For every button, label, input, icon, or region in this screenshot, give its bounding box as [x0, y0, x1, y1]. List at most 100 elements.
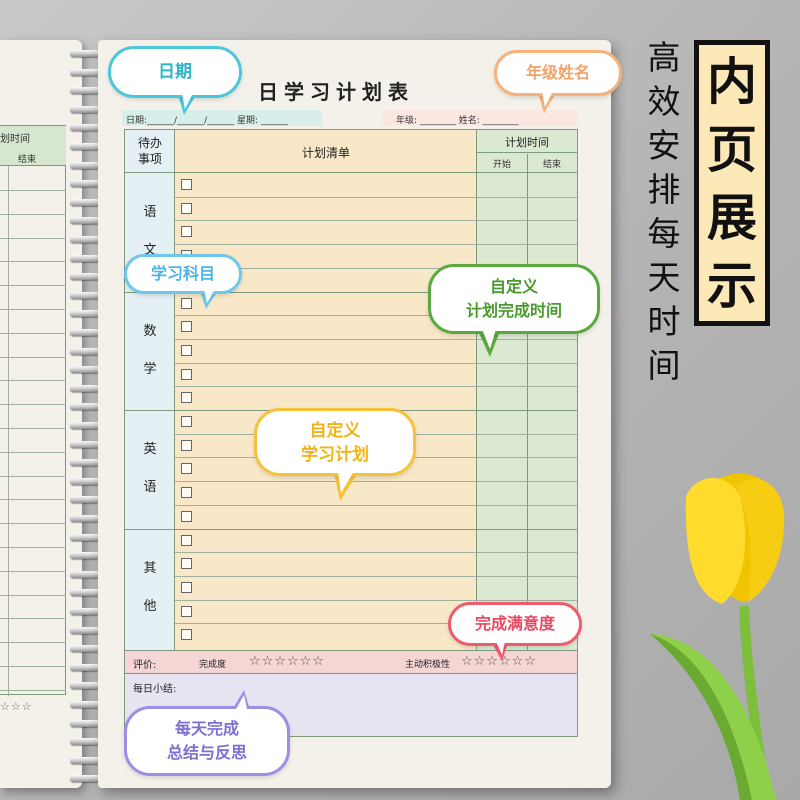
- previous-page-row-line: [0, 380, 66, 382]
- time-header-divider: [477, 152, 577, 153]
- previous-page-row-line: [0, 261, 66, 263]
- satisfaction-bubble-tail-fill: [496, 641, 505, 655]
- previous-page-row-line: [0, 594, 66, 596]
- vertical-slogan-char: 时: [647, 302, 681, 341]
- spiral-ring-loop: [70, 384, 100, 392]
- previous-page-stars: ☆☆☆: [0, 700, 33, 713]
- subject-label-char: 其: [143, 560, 157, 576]
- previous-page-row-line: [0, 689, 66, 691]
- task-checkbox[interactable]: [181, 534, 192, 546]
- initiative-label: 主动积极性: [405, 660, 451, 670]
- task-checkbox[interactable]: [181, 392, 192, 404]
- task-checkbox[interactable]: [181, 439, 192, 451]
- date-callout: 日期: [108, 46, 242, 98]
- spiral-ring-loop: [70, 608, 100, 615]
- row-line: [175, 504, 577, 506]
- task-checkbox[interactable]: [181, 344, 192, 356]
- spiral-ring-loop: [70, 329, 100, 336]
- previous-page-row-line: [0, 499, 66, 501]
- custom-plan-callout: 自定义 学习计划: [254, 408, 416, 476]
- tulip-decoration: [650, 473, 785, 800]
- previous-page-row-line: [0, 428, 66, 429]
- spiral-ring-loop: [70, 477, 100, 485]
- task-checkbox[interactable]: [181, 202, 192, 214]
- custom-time-callout-line2: 计划完成时间: [465, 301, 562, 320]
- task-checkbox[interactable]: [181, 226, 192, 238]
- headline-char: 展: [707, 189, 757, 247]
- spiral-ring-loop: [70, 254, 100, 262]
- spiral-ring-loop: [70, 459, 100, 467]
- subject-label-char: 数: [143, 323, 157, 339]
- row-line: [175, 362, 577, 364]
- todo-header-line: 事项: [137, 152, 162, 166]
- task-checkbox[interactable]: [181, 605, 192, 617]
- satisfaction-callout: 完成满意度: [448, 602, 582, 646]
- previous-page-row-line: [0, 237, 66, 239]
- task-checkbox[interactable]: [181, 297, 192, 309]
- spiral-ring-loop: [70, 663, 100, 671]
- grade-name-callout: 年级姓名: [494, 50, 622, 96]
- tulip-petal-front: [685, 477, 746, 604]
- previous-page-row-line: [0, 213, 66, 215]
- completion-label: 完成度: [199, 660, 227, 670]
- spiral-ring-loop: [70, 217, 100, 225]
- task-checkbox[interactable]: [181, 416, 192, 427]
- spiral-ring-loop: [70, 50, 100, 57]
- subject-label-char: 学: [143, 361, 157, 377]
- subject-label-char: 语: [143, 205, 157, 221]
- summary-bubble-tail-fill: [236, 695, 247, 709]
- previous-page-row-line: [0, 547, 66, 548]
- previous-page-row-line: [0, 451, 66, 453]
- todo-header-line: 待办: [137, 136, 162, 150]
- summary-callout-line2: 总结与反思: [166, 743, 247, 762]
- previous-page-header-title: 划时间: [0, 134, 30, 145]
- task-checkbox[interactable]: [181, 321, 192, 333]
- custom-time-callout: 自定义 计划完成时间: [428, 264, 600, 334]
- row-line: [175, 244, 577, 246]
- task-checkbox[interactable]: [181, 368, 192, 380]
- spiral-ring-loop: [70, 198, 100, 206]
- previous-page-row-line: [0, 618, 66, 620]
- previous-page-row-line: [0, 332, 66, 334]
- subject-label-char: 英: [143, 442, 157, 458]
- task-checkbox[interactable]: [181, 487, 192, 499]
- date-bubble-tail-fill: [182, 93, 193, 109]
- summary-callout: 每天完成 总结与反思: [124, 706, 290, 776]
- task-checkbox[interactable]: [181, 510, 192, 522]
- spiral-ring-loop: [70, 366, 100, 374]
- previous-page-row-line: [0, 475, 66, 477]
- spiral-ring-loop: [70, 719, 100, 727]
- grade-name-field[interactable]: 年级: ________ 姓名: ________: [396, 113, 519, 126]
- todo-header: 待办 事项: [125, 135, 175, 167]
- custom-time-callout-line1: 自定义: [489, 277, 538, 296]
- previous-page-column-line: [8, 166, 9, 696]
- subject-label: 数学: [125, 313, 175, 389]
- task-checkbox[interactable]: [181, 629, 192, 641]
- subject-bubble-tail-fill: [204, 289, 215, 303]
- task-checkbox[interactable]: [181, 179, 192, 190]
- plan-time-header: 计划时间: [505, 136, 549, 149]
- subject-label-char: 语: [143, 480, 157, 496]
- headline-char: 内: [707, 53, 757, 111]
- section-divider: [125, 528, 577, 530]
- spiral-ring-loop: [70, 87, 100, 95]
- task-checkbox[interactable]: [181, 581, 192, 593]
- rating-row: 评价: 完成度 ☆☆☆☆☆☆ 主动积极性 ☆☆☆☆☆☆: [125, 650, 577, 674]
- subject-callout: 学习科目: [124, 254, 242, 294]
- task-checkbox[interactable]: [181, 463, 192, 475]
- spiral-ring-loop: [70, 645, 100, 653]
- spiral-ring-loop: [70, 291, 100, 299]
- vertical-slogan-char: 排: [647, 170, 681, 209]
- spiral-ring-loop: [70, 440, 100, 448]
- row-line: [175, 196, 577, 198]
- rating-label: 评价:: [133, 660, 157, 671]
- date-field[interactable]: 日期:______/______/______ 星期: ______: [126, 113, 288, 126]
- header-divider: [125, 172, 577, 173]
- custom-plan-callout-line1: 自定义: [309, 421, 361, 441]
- vertical-slogan-char: 每: [647, 214, 681, 253]
- task-checkbox[interactable]: [181, 558, 192, 570]
- completion-star-rating[interactable]: ☆☆☆☆☆☆: [249, 654, 325, 669]
- spiral-ring-loop: [70, 589, 100, 597]
- previous-page-row-line: [0, 309, 66, 310]
- row-line: [175, 220, 577, 222]
